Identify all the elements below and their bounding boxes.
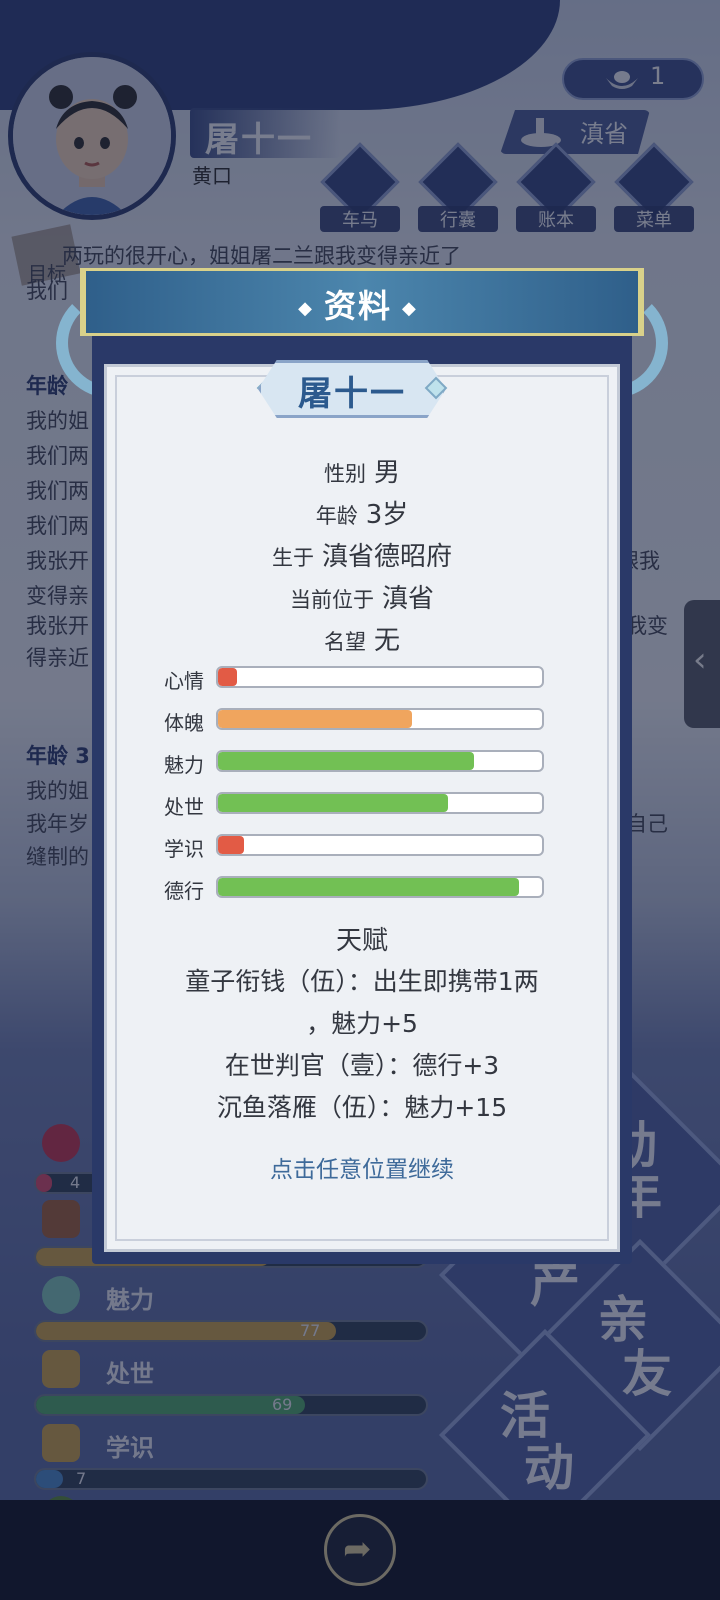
money-display (562, 58, 704, 100)
attr-bar-knowledge (216, 834, 544, 856)
menu-label: 行囊 (418, 206, 498, 232)
info-reputation: 名望无 (90, 620, 634, 657)
talent-title: 天赋 (335, 926, 388, 956)
flower-icon (42, 1124, 80, 1162)
attr-bar-worldliness (216, 792, 544, 814)
talent-line: 沉鱼落雁（伍）：魅力+15 (216, 1093, 508, 1122)
info-location: 当前位于 滇省 (90, 578, 634, 615)
share-button[interactable]: ➦ (324, 1514, 396, 1586)
bg-stat-value: 4 (70, 1173, 81, 1192)
info-key: 年龄 (315, 504, 358, 528)
relatives-char: 友 (622, 1345, 672, 1403)
boat-icon (42, 1350, 80, 1388)
log-line: 我张开 (26, 549, 89, 573)
player-status: 黄口 (192, 164, 232, 188)
book-stack-icon (42, 1424, 80, 1462)
menu-label: 车马 (320, 206, 400, 232)
activity-char: 活 (500, 1387, 550, 1445)
menu-ledger-button[interactable]: 账本 (516, 142, 596, 232)
activity-char: 动 (524, 1439, 574, 1497)
log-line: 得亲近 (26, 646, 89, 670)
character-name: 屠十一 (298, 374, 406, 414)
attr-label-virtue: 德行 (164, 879, 204, 903)
log-line: 我们两 (26, 514, 89, 538)
share-icon: ➦ (343, 1529, 372, 1569)
info-value: 滇省 (381, 584, 434, 614)
flask-icon (42, 1200, 80, 1238)
bg-stat-value: 69 (272, 1395, 293, 1414)
info-value: 3岁 (365, 500, 409, 530)
menu-bag-button[interactable]: 行囊 (418, 142, 498, 232)
attr-label-charm: 魅力 (164, 753, 204, 777)
info-value: 男 (373, 458, 400, 488)
log-line: 我的姐 (26, 779, 89, 803)
menu-label: 菜单 (614, 206, 694, 232)
bg-stat-bar (34, 1468, 428, 1490)
player-name: 屠十一 (205, 120, 313, 160)
info-age: 年龄 3岁 (90, 494, 634, 531)
menu-label: 账本 (516, 206, 596, 232)
attr-bar-virtue (216, 876, 544, 898)
log-line: 我张开 (26, 614, 89, 638)
log-age-heading: 年龄 3 (26, 744, 90, 768)
menu-more-button[interactable]: 菜单 (614, 142, 694, 232)
info-value: 滇省德昭府 (321, 542, 452, 572)
attr-label-knowledge: 学识 (164, 837, 204, 861)
talent-line: 在世判官（壹）：德行+3 (224, 1051, 500, 1080)
log-line: 变得亲 (26, 584, 89, 608)
profile-dialog[interactable]: ◆ 资料 ◆ 屠十一 性别男 年龄 3岁 生于 滇省德昭府 当前位于 滇省 名望无 心情 … (56, 268, 668, 1264)
bg-stat-value: 77 (300, 1321, 321, 1340)
bg-stat-value: 7 (76, 1469, 87, 1488)
money-value: 1 (650, 62, 666, 90)
info-gender: 性别男 (90, 452, 634, 489)
continue-hint[interactable]: 点击任意位置继续 (90, 1150, 634, 1184)
attr-bar-charm (216, 750, 544, 772)
info-key: 生于 (271, 546, 314, 570)
talent-line: ，魅力+5 (306, 1009, 418, 1038)
side-drawer-toggle[interactable]: ‹ (684, 600, 720, 728)
log-line: 我的姐 (26, 409, 89, 433)
info-key: 名望 (323, 630, 366, 654)
bg-stat-bar (34, 1320, 428, 1342)
bg-stat-label: 处世 (106, 1360, 154, 1388)
attr-label-physique: 体魄 (164, 711, 204, 735)
mirror-icon (42, 1276, 80, 1314)
log-line: 缝制的 (26, 845, 89, 869)
bg-stat-label: 学识 (106, 1434, 154, 1462)
diamond-dot-icon: ◆ (402, 297, 418, 319)
child-portrait-icon (13, 57, 171, 215)
dialog-title: ◆ 资料 ◆ (298, 287, 418, 325)
attr-label-mood: 心情 (164, 669, 204, 693)
info-birthplace: 生于 滇省德昭府 (90, 536, 634, 573)
attr-label-worldliness: 处世 (164, 795, 204, 819)
silver-ingot-icon (606, 71, 638, 89)
region-name: 滇省 (580, 120, 628, 148)
relatives-char: 亲 (598, 1291, 648, 1349)
bg-stat-bar (34, 1394, 428, 1416)
avatar[interactable] (8, 52, 176, 220)
menu-carriage-button[interactable]: 车马 (320, 142, 400, 232)
log-line: 我们两 (26, 444, 89, 468)
info-key: 性别 (323, 462, 366, 486)
info-value: 无 (373, 626, 400, 656)
log-line: 我们两 (26, 479, 89, 503)
attr-bar-physique (216, 708, 544, 730)
property-char: 产 (530, 1255, 580, 1313)
attr-bar-mood (216, 666, 544, 688)
chevron-left-icon: ‹ (693, 640, 707, 680)
bg-stat-label: 魅力 (106, 1286, 154, 1314)
log-age-heading: 年龄 (26, 374, 68, 398)
talent-line: 童子衔钱（伍）：出生即携带1两 (185, 967, 539, 996)
info-key: 当前位于 (289, 588, 374, 612)
diamond-dot-icon: ◆ (298, 297, 314, 319)
dialog-header: ◆ 资料 ◆ (80, 268, 644, 336)
log-line: 我年岁 (26, 812, 89, 836)
log-line: 我们 (26, 279, 68, 303)
